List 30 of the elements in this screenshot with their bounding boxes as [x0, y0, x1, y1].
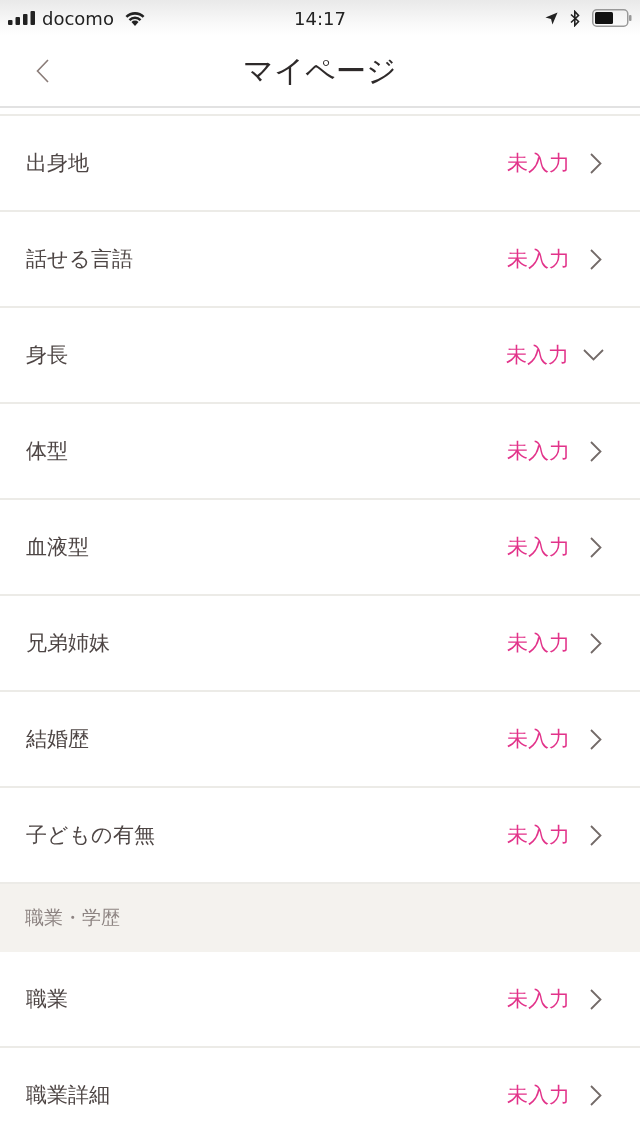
location-arrow-icon: [545, 11, 558, 25]
row-value: 未入力: [507, 726, 570, 753]
row-label: 話せる言語: [26, 246, 134, 273]
row-label: 兄弟姉妹: [26, 630, 111, 657]
row-value: 未入力: [507, 246, 570, 273]
wifi-icon: [123, 10, 146, 26]
row-label: 職業詳細: [26, 1082, 111, 1109]
row-label: 身長: [26, 342, 69, 369]
row-label: 子どもの有無: [26, 822, 156, 849]
row-label: 結婚歴: [26, 726, 90, 753]
section-title: 職業・学歴: [25, 905, 120, 930]
row-label: 職業: [26, 986, 69, 1013]
row-label: 体型: [26, 438, 69, 465]
bluetooth-icon: [570, 9, 580, 27]
signal-icon: [8, 11, 36, 25]
carrier-name: docomo: [42, 7, 114, 29]
page-title: マイページ: [243, 51, 397, 90]
row-value: 未入力: [506, 342, 569, 369]
row-value: 未入力: [507, 822, 570, 849]
row-value: 未入力: [507, 534, 570, 561]
row-value: 未入力: [507, 1082, 570, 1109]
chevron-left-icon: [36, 59, 49, 83]
row-value: 未入力: [507, 986, 570, 1013]
battery-icon: [592, 9, 632, 27]
row-value: 未入力: [507, 150, 570, 177]
row-label: 出身地: [26, 150, 90, 177]
status-time: 14:17: [294, 7, 346, 29]
row-label: 血液型: [26, 534, 90, 561]
row-value: 未入力: [507, 630, 570, 657]
row-value: 未入力: [507, 438, 570, 465]
